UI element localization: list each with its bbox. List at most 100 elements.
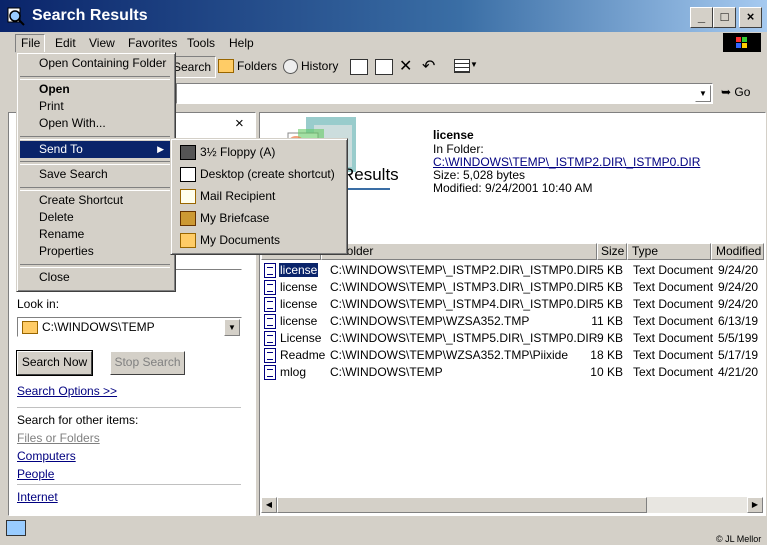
text-document-icon — [264, 365, 276, 380]
row-type: Text Document — [633, 314, 714, 328]
sendto-briefcase[interactable]: My Briefcase — [174, 207, 344, 229]
sendto-floppy[interactable]: 3½ Floppy (A) — [174, 141, 344, 163]
column-header-type[interactable]: Type — [627, 243, 711, 260]
computers-link[interactable]: Computers — [17, 449, 76, 463]
row-folder: C:\WINDOWS\TEMP\_ISTMP3.DIR\_ISTMP0.DIR — [330, 280, 598, 294]
column-header-modified[interactable]: Modified — [711, 243, 764, 260]
table-row[interactable]: License C:\WINDOWS\TEMP\_ISTMP5.DIR\_IST… — [260, 330, 765, 347]
look-in-value: C:\WINDOWS\TEMP — [42, 320, 155, 334]
menu-favorites[interactable]: Favorites — [128, 36, 177, 50]
text-document-icon — [264, 348, 276, 363]
row-modified: 6/13/19 — [718, 314, 759, 328]
selected-modified: Modified: 9/24/2001 10:40 AM — [433, 181, 593, 195]
row-name: license — [280, 280, 318, 294]
row-type: Text Document — [633, 365, 714, 379]
folder-icon — [22, 321, 38, 334]
horizontal-scrollbar[interactable]: ◀ ▶ — [261, 497, 763, 513]
row-folder: C:\WINDOWS\TEMP — [330, 365, 443, 379]
window-search-icon — [6, 6, 26, 26]
row-name: Readme — [280, 348, 326, 362]
table-row[interactable]: mlog C:\WINDOWS\TEMP 10 KB Text Document… — [260, 364, 765, 381]
floppy-icon — [180, 145, 196, 160]
menu-open-containing-folder[interactable]: Open Containing Folder — [20, 55, 170, 72]
go-button[interactable]: ➥ Go — [721, 85, 750, 99]
menu-save-search[interactable]: Save Search — [20, 166, 170, 183]
views-icon[interactable] — [454, 59, 470, 73]
title-bar[interactable]: Search Results _ □ × — [0, 0, 767, 32]
credit-text: © JL Mellor — [716, 534, 762, 544]
table-row[interactable]: license C:\WINDOWS\TEMP\_ISTMP3.DIR\_IST… — [260, 279, 765, 296]
menu-view[interactable]: View — [89, 36, 115, 50]
history-button[interactable]: History — [283, 56, 338, 76]
delete-icon[interactable]: ✕ — [399, 56, 412, 76]
column-header-size[interactable]: Size — [597, 243, 627, 260]
menu-open-with[interactable]: Open With... — [20, 115, 170, 132]
stop-search-button[interactable]: Stop Search — [110, 351, 185, 375]
search-now-button[interactable]: Search Now — [16, 350, 93, 376]
sendto-desktop[interactable]: Desktop (create shortcut) — [174, 163, 344, 185]
column-header-in-folder[interactable]: In Folder — [321, 243, 597, 260]
views-dropdown-icon[interactable]: ▼ — [470, 60, 478, 69]
sendto-my-documents-label: My Documents — [200, 233, 281, 247]
table-row[interactable]: Readme C:\WINDOWS\TEMP\WZSA352.TMP\Piixi… — [260, 347, 765, 364]
row-folder: C:\WINDOWS\TEMP\WZSA352.TMP\Piixide — [330, 348, 569, 362]
menu-help[interactable]: Help — [229, 36, 254, 50]
go-arrow-icon: ➥ — [721, 85, 732, 99]
folders-button[interactable]: Folders — [218, 56, 277, 76]
undo-icon[interactable]: ↶ — [422, 56, 435, 76]
address-input[interactable] — [176, 83, 713, 104]
menu-properties[interactable]: Properties — [20, 243, 170, 260]
close-button[interactable]: × — [739, 7, 762, 28]
menu-open[interactable]: Open — [20, 81, 170, 98]
files-or-folders-link[interactable]: Files or Folders — [17, 431, 100, 445]
scroll-left-button[interactable]: ◀ — [261, 497, 277, 513]
row-folder: C:\WINDOWS\TEMP\WZSA352.TMP — [330, 314, 530, 328]
menu-file-label: File — [21, 36, 41, 50]
menu-delete[interactable]: Delete — [20, 209, 170, 226]
menu-rename[interactable]: Rename — [20, 226, 170, 243]
people-link[interactable]: People — [17, 467, 54, 481]
menu-send-to-label: Send To — [39, 142, 83, 156]
scroll-right-button[interactable]: ▶ — [747, 497, 763, 513]
table-row[interactable]: license C:\WINDOWS\TEMP\_ISTMP4.DIR\_IST… — [260, 296, 765, 313]
menu-create-shortcut[interactable]: Create Shortcut — [20, 192, 170, 209]
row-folder: C:\WINDOWS\TEMP\_ISTMP5.DIR\_ISTMP0.DIR — [330, 331, 598, 345]
search-pane-close-button[interactable]: × — [235, 115, 244, 132]
sendto-mail[interactable]: Mail Recipient — [174, 185, 344, 207]
table-row[interactable]: license C:\WINDOWS\TEMP\WZSA352.TMP 11 K… — [260, 313, 765, 330]
look-in-dropdown-button[interactable]: ▼ — [224, 319, 240, 336]
sendto-my-documents[interactable]: My Documents — [174, 229, 344, 251]
move-to-icon[interactable] — [350, 59, 368, 75]
menu-separator — [20, 136, 170, 140]
look-in-label: Look in: — [17, 297, 60, 311]
menu-print[interactable]: Print — [20, 98, 170, 115]
menu-send-to[interactable]: Send To ▶ — [20, 141, 170, 158]
menu-edit[interactable]: Edit — [55, 36, 76, 50]
table-row[interactable]: license C:\WINDOWS\TEMP\_ISTMP2.DIR\_IST… — [260, 262, 765, 279]
copy-to-icon[interactable] — [375, 59, 393, 75]
maximize-button[interactable]: □ — [713, 7, 736, 28]
row-size: 5 KB — [596, 263, 623, 277]
row-size: 9 KB — [596, 331, 623, 345]
menu-close[interactable]: Close — [20, 269, 170, 286]
menu-tools[interactable]: Tools — [187, 36, 215, 50]
row-folder: C:\WINDOWS\TEMP\_ISTMP2.DIR\_ISTMP0.DIR — [330, 263, 598, 277]
address-dropdown-button[interactable]: ▼ — [695, 85, 711, 102]
menu-file[interactable]: File — [15, 34, 45, 53]
submenu-arrow-icon: ▶ — [157, 144, 164, 154]
sendto-desktop-label: Desktop (create shortcut) — [200, 167, 335, 181]
row-modified: 9/24/20 — [718, 280, 759, 294]
menu-separator — [20, 161, 170, 165]
row-name: mlog — [280, 365, 307, 379]
row-size: 18 KB — [590, 348, 623, 362]
folders-icon — [218, 59, 234, 73]
selected-folder-link[interactable]: C:\WINDOWS\TEMP\_ISTMP2.DIR\_ISTMP0.DIR — [433, 155, 700, 169]
scroll-thumb[interactable] — [277, 497, 647, 513]
row-size: 11 KB — [591, 314, 623, 328]
search-options-link[interactable]: Search Options >> — [17, 384, 117, 398]
text-document-icon — [264, 314, 276, 329]
internet-link[interactable]: Internet — [17, 490, 58, 504]
look-in-select[interactable]: C:\WINDOWS\TEMP ▼ — [17, 317, 242, 337]
row-modified: 9/24/20 — [718, 263, 759, 277]
minimize-button[interactable]: _ — [690, 7, 713, 28]
